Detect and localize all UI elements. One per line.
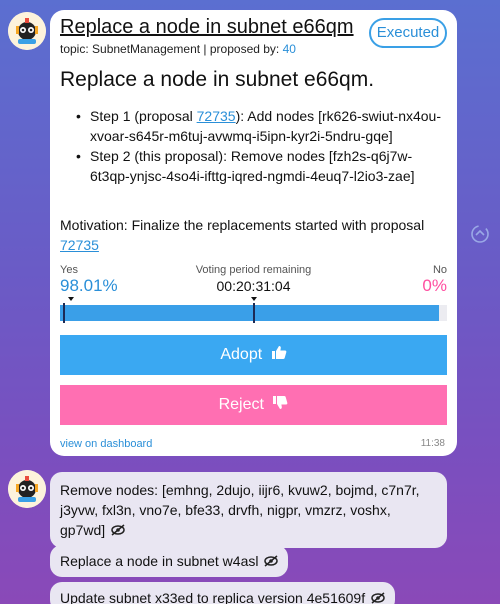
motivation-prefix: Motivation: Finalize the replacements st… bbox=[60, 217, 425, 233]
message-bubble: Remove nodes: [emhng, 2dujo, iijr6, kvuw… bbox=[50, 472, 447, 548]
midpoint-tick bbox=[253, 303, 255, 323]
hidden-eye-icon bbox=[371, 592, 385, 604]
no-percentage: 0% bbox=[422, 276, 447, 295]
thumbs-down-icon bbox=[273, 396, 288, 410]
share-icon[interactable] bbox=[470, 224, 490, 244]
yes-progress-fill bbox=[60, 305, 440, 321]
adopt-button[interactable]: Adopt bbox=[60, 335, 447, 375]
step-1-prefix: Step 1 (proposal bbox=[90, 108, 197, 124]
thumbs-up-icon bbox=[271, 346, 287, 360]
vote-progress-bar bbox=[60, 303, 447, 323]
remaining-label: Voting period remaining bbox=[195, 264, 312, 276]
bot-avatar[interactable] bbox=[8, 470, 46, 508]
message-time: 11:38 bbox=[420, 438, 445, 449]
hidden-eye-icon bbox=[264, 555, 279, 567]
reject-button[interactable]: Reject bbox=[60, 385, 447, 425]
status-badge: Executed bbox=[369, 18, 447, 48]
message-text: Update subnet x33ed to replica version 4… bbox=[60, 590, 366, 604]
motivation-text: Motivation: Finalize the replacements st… bbox=[60, 215, 450, 255]
yes-marker-icon bbox=[68, 297, 74, 301]
proposal-heading: Replace a node in subnet e66qm. bbox=[60, 68, 375, 91]
step-2: Step 2 (this proposal): Remove nodes [fz… bbox=[76, 146, 448, 186]
message-text: Replace a node in subnet w4asl bbox=[60, 553, 259, 569]
topic-text: topic: SubnetManagement | proposed by: bbox=[60, 42, 283, 56]
proposal-card: Replace a node in subnet e66qm Executed … bbox=[50, 10, 457, 456]
motivation-proposal-link[interactable]: 72735 bbox=[60, 237, 99, 253]
adopt-button-label: Adopt bbox=[220, 346, 263, 363]
no-label: No bbox=[432, 264, 447, 276]
message-bubble: Update subnet x33ed to replica version 4… bbox=[50, 582, 395, 604]
reject-button-label: Reject bbox=[218, 396, 264, 413]
bot-avatar[interactable] bbox=[8, 12, 46, 50]
proposer-link[interactable]: 40 bbox=[283, 42, 296, 56]
hidden-eye-icon bbox=[111, 524, 125, 536]
threshold-tick bbox=[63, 303, 65, 323]
step-1: Step 1 (proposal 72735): Add nodes [rk62… bbox=[76, 106, 448, 146]
midpoint-marker-icon bbox=[251, 297, 257, 301]
step-1-proposal-link[interactable]: 72735 bbox=[197, 108, 236, 124]
proposal-meta: topic: SubnetManagement | proposed by: 4… bbox=[60, 42, 296, 56]
steps-list: Step 1 (proposal 72735): Add nodes [rk62… bbox=[76, 106, 448, 186]
proposal-title-link[interactable]: Replace a node in subnet e66qm bbox=[60, 16, 354, 39]
dashboard-link[interactable]: view on dashboard bbox=[60, 438, 152, 450]
time-remaining: 00:20:31:04 bbox=[216, 278, 291, 294]
message-bubble: Replace a node in subnet w4asl bbox=[50, 545, 289, 577]
